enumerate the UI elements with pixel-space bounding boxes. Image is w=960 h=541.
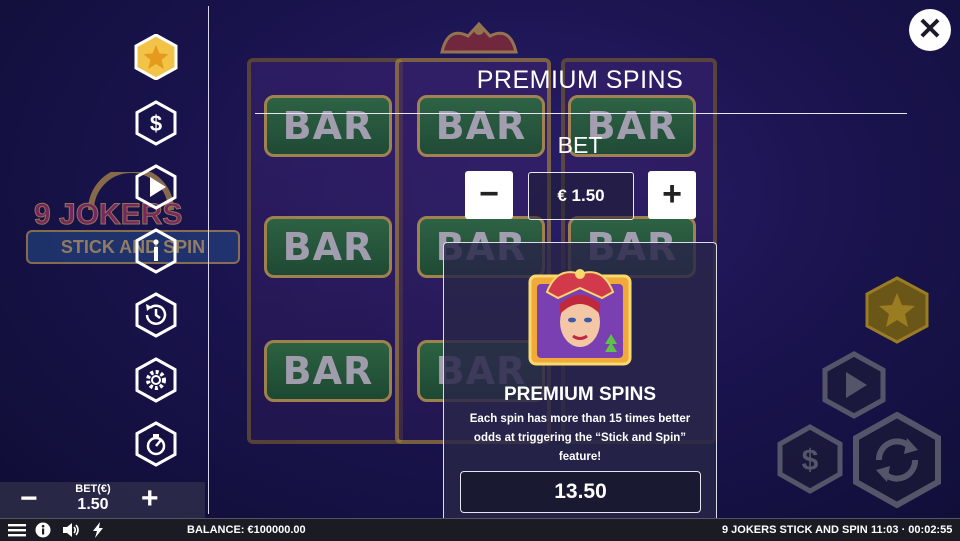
clock-display: 11:03 · 00:02:55 [871,524,953,536]
close-icon: ✕ [917,13,943,46]
settings-icon [135,357,177,403]
turbo-icon [135,421,177,467]
hamburger-menu-icon[interactable] [8,522,26,538]
card-description: Each spin has more than 15 times better … [469,413,691,463]
bet-widget: − BET(€) 1.50 + [0,482,205,518]
bet-increase-button[interactable]: + [648,171,696,219]
star-icon [134,34,178,80]
bar-symbol: BAR [264,216,392,278]
menu-settings-button[interactable] [133,357,179,403]
bet-label: BET [557,132,603,158]
svg-text:$: $ [802,444,819,477]
buy-feature-button[interactable]: $ [777,424,843,494]
lightning-icon[interactable] [92,522,104,538]
menu-info-button[interactable] [133,228,179,274]
jester-crown-decoration [440,22,518,54]
game-logo: 9 JOKERS STICK AND SPIN [16,172,240,264]
play-icon [135,164,177,210]
menu-buy-button[interactable]: $ [133,100,179,146]
menu-premium-spins-button[interactable] [133,34,179,80]
bet-widget-value: 1.50 [77,496,109,513]
sound-icon[interactable] [62,522,80,538]
bar-symbol: BAR [264,340,392,402]
buy-price-button[interactable]: 13.50 [460,471,701,513]
premium-star-button[interactable] [864,276,930,344]
bet-widget-minus-button[interactable]: − [20,482,38,516]
bet-widget-label: BET(€) [75,483,111,495]
title-divider [255,113,907,114]
menu-autoplay-button[interactable] [133,164,179,210]
spin-button[interactable] [852,412,942,508]
balance-display: BALANCE: €100000.00 [187,524,306,536]
dollar-icon: $ [135,100,177,146]
info-icon[interactable] [35,522,51,538]
menu-history-button[interactable] [133,292,179,338]
bet-widget-plus-button[interactable]: + [141,482,159,516]
joker-icon [528,269,632,366]
svg-text:$: $ [150,111,162,136]
menu-turbo-button[interactable] [133,421,179,467]
game-name: 9 JOKERS STICK AND SPIN [722,524,868,536]
bet-decrease-button[interactable]: − [465,171,513,219]
bar-symbol: BAR [417,95,545,157]
close-button[interactable]: ✕ [909,9,951,51]
info-icon [135,228,177,274]
card-title: PREMIUM SPINS [503,384,657,405]
history-icon [135,292,177,338]
bet-value: € 1.50 [528,172,634,220]
autoplay-button[interactable] [822,351,886,419]
modal-title: PREMIUM SPINS [476,66,684,94]
footer-bar: BALANCE: €100000.00 9 JOKERS STICK AND S… [0,518,960,541]
menu-divider [208,6,209,514]
bar-symbol: BAR [264,95,392,157]
